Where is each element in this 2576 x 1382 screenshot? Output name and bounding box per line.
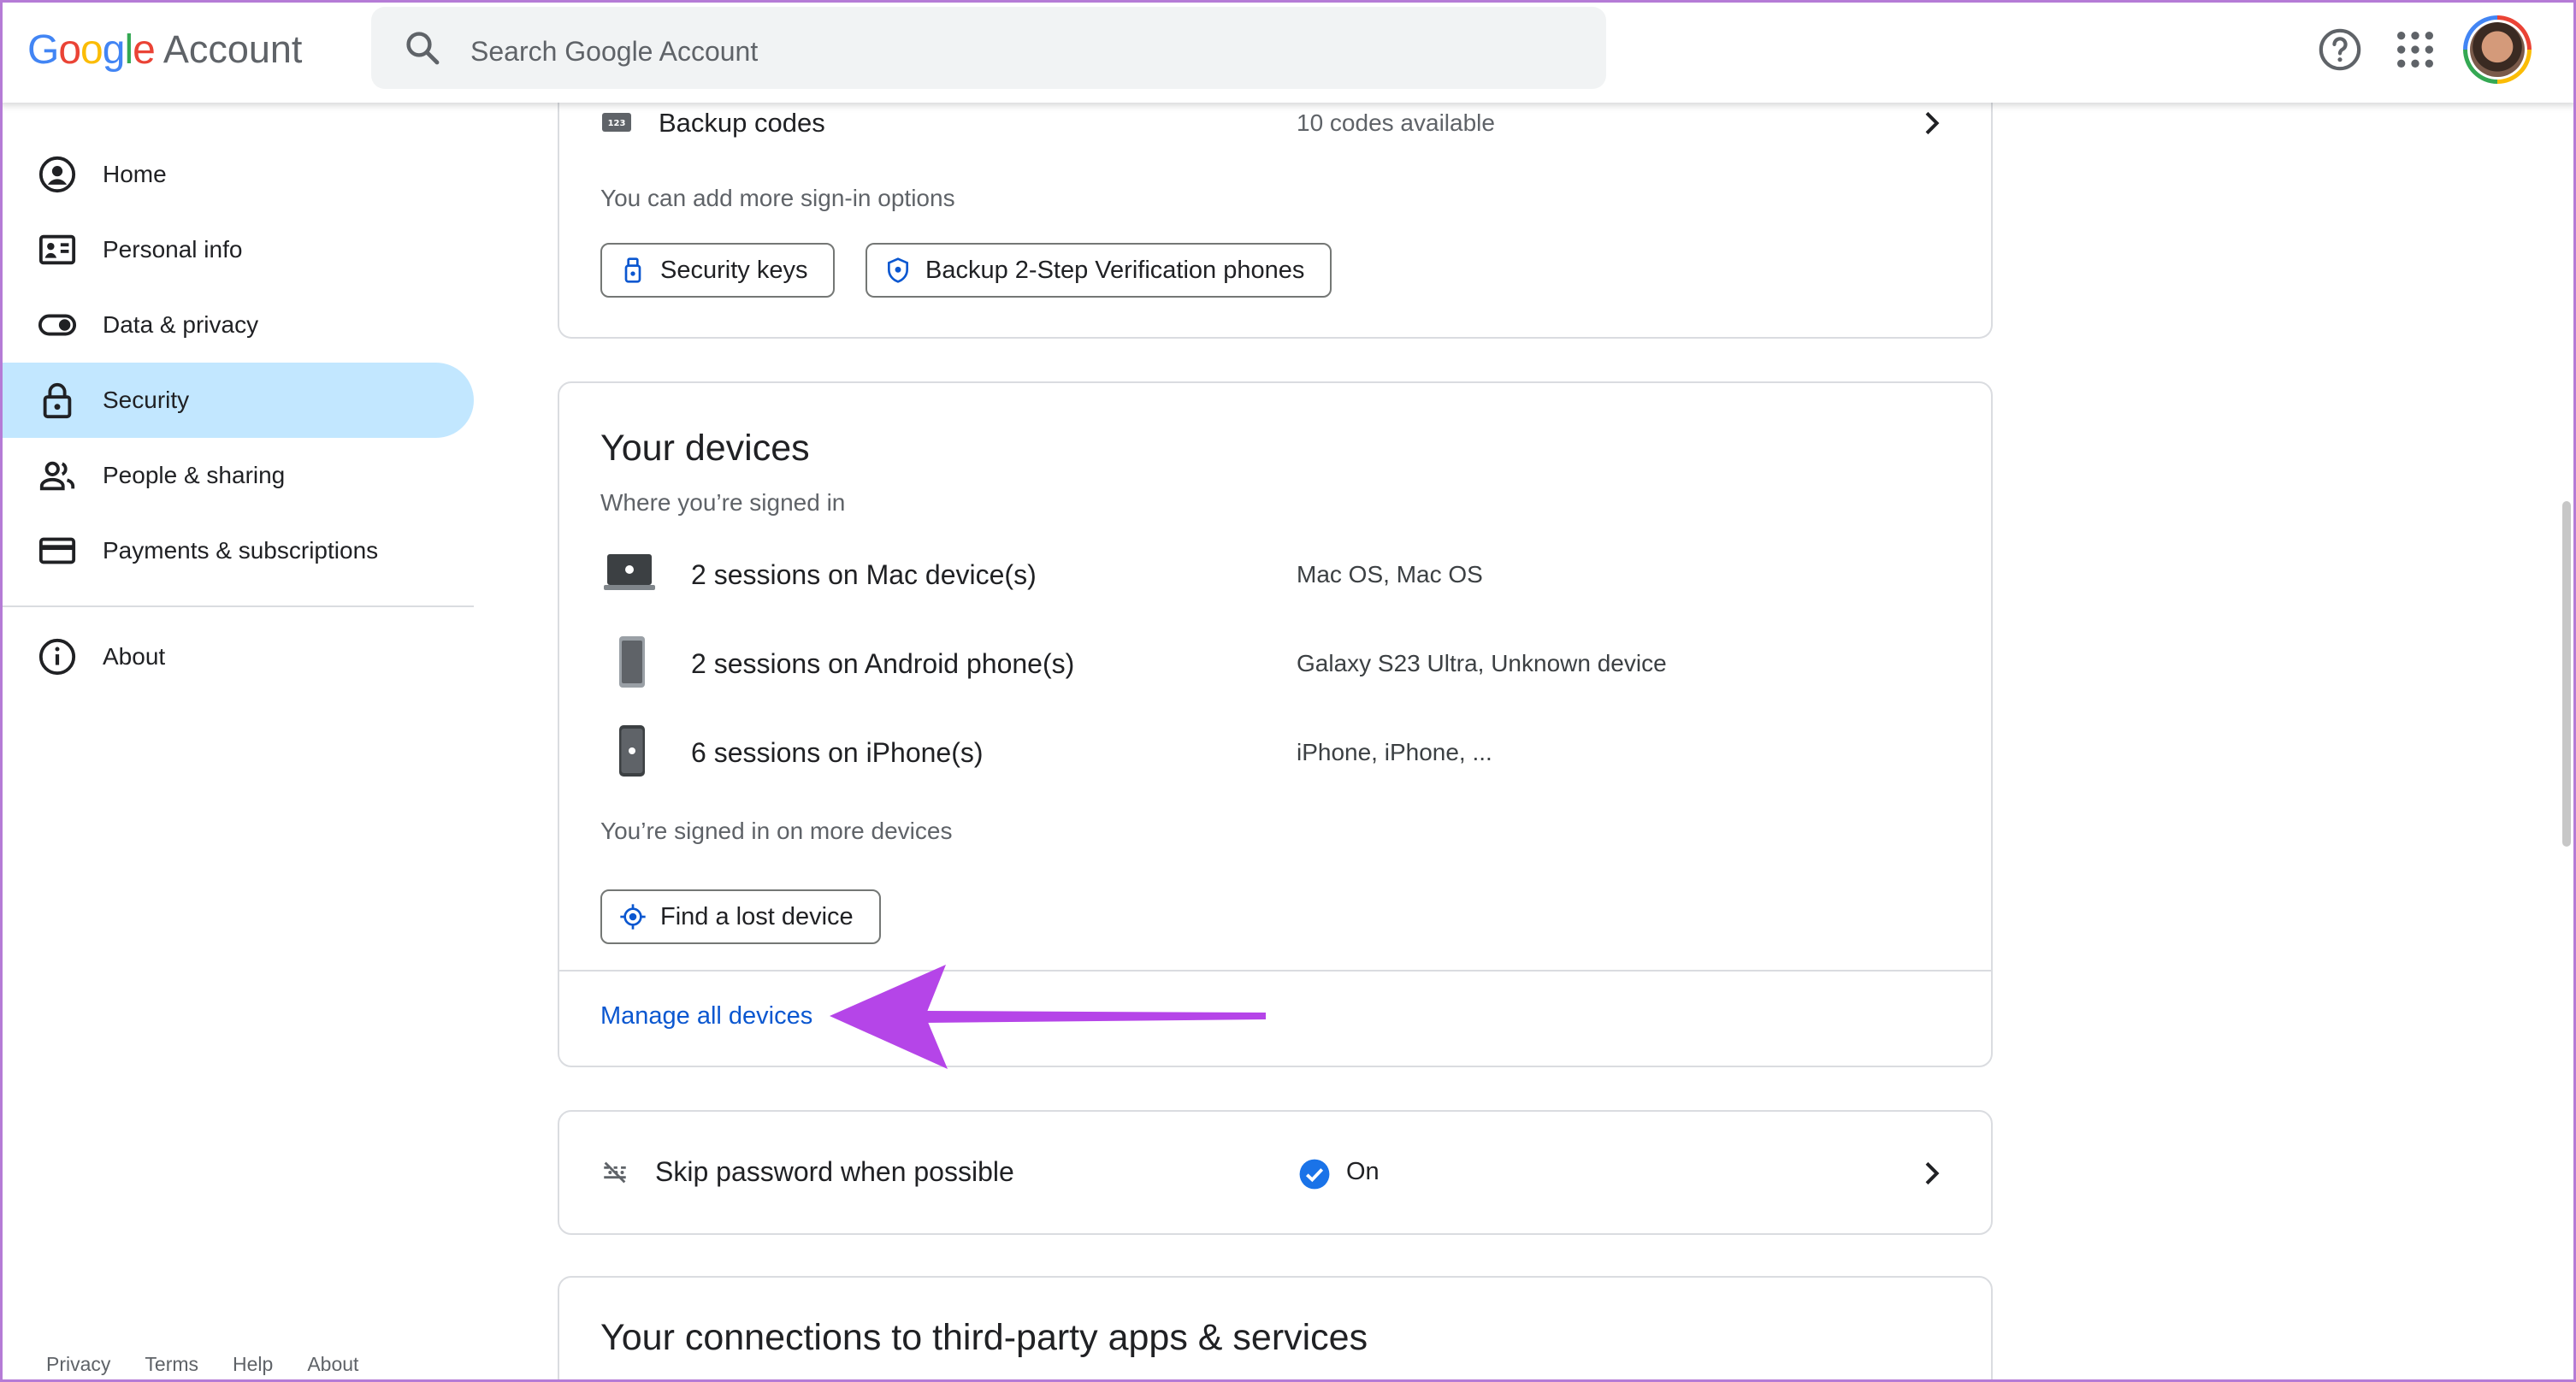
avatar-photo [2470, 22, 2525, 77]
session-label: 6 sessions on iPhone(s) [691, 737, 984, 768]
sidebar-item-personal-info[interactable]: Personal info [0, 212, 474, 287]
sidebar-item-label: Home [103, 161, 167, 187]
sidebar-item-about[interactable]: About [0, 619, 474, 694]
devices-subtitle: Where you’re signed in [600, 489, 846, 516]
shield-icon [888, 257, 908, 283]
iphone-icon [619, 725, 645, 777]
card-icon [38, 537, 76, 564]
logo-letter: G [27, 27, 59, 73]
backup-codes-value: 10 codes available [1297, 109, 1495, 136]
sidebar-item-label: Security [103, 387, 190, 413]
logo-account-text: Account [162, 27, 303, 71]
logo-letter: g [102, 27, 126, 73]
footer-help-link[interactable]: Help [233, 1353, 273, 1376]
sidebar-item-people-sharing[interactable]: People & sharing [0, 438, 474, 513]
session-detail: Mac OS, Mac OS [1297, 561, 1483, 588]
google-wordmark: Google [27, 27, 156, 74]
usb-key-icon [624, 257, 641, 283]
backup-phones-button[interactable]: Backup 2-Step Verification phones [866, 243, 1332, 298]
sidebar-item-payments[interactable]: Payments & subscriptions [0, 513, 474, 588]
manage-all-devices-link[interactable]: Manage all devices [600, 1002, 812, 1031]
sidebar-item-label: Payments & subscriptions [103, 537, 379, 564]
more-devices-text: You’re signed in on more devices [600, 818, 953, 844]
sidebar-nav: Home Personal info Data & privacy Securi… [0, 137, 474, 694]
third-party-title: Your connections to third-party apps & s… [600, 1317, 1368, 1358]
backup-phones-label: Backup 2-Step Verification phones [925, 256, 1305, 284]
lock-icon [43, 382, 72, 419]
footer-terms-link[interactable]: Terms [145, 1353, 198, 1376]
security-keys-label: Security keys [660, 256, 808, 284]
sidebar-item-data-privacy[interactable]: Data & privacy [0, 287, 474, 363]
find-lost-device-button[interactable]: Find a lost device [600, 889, 881, 944]
sidebar-item-label: About [103, 643, 166, 670]
logo-letter: l [124, 27, 133, 73]
your-devices-card: Your devices Where you’re signed in 2 se… [558, 381, 1993, 1069]
home-icon [38, 156, 76, 193]
toggle-icon [38, 314, 77, 336]
backup-codes-label: Backup codes [659, 108, 825, 138]
devices-title: Your devices [600, 428, 810, 469]
top-app-bar: Google Account Search Google Account [0, 0, 2576, 103]
footer-links: Privacy Terms Help About [46, 1353, 358, 1376]
session-label: 2 sessions on Mac device(s) [691, 559, 1037, 590]
footer-privacy-link[interactable]: Privacy [46, 1353, 110, 1376]
sidebar-item-label: People & sharing [103, 462, 286, 488]
annotation-arrow [830, 965, 1266, 1069]
search-bar[interactable]: Search Google Account [371, 7, 1606, 89]
backup-codes-icon: 123 [602, 113, 631, 132]
svg-text:123: 123 [608, 119, 626, 128]
session-detail: Galaxy S23 Ultra, Unknown device [1297, 650, 1667, 676]
sidebar-item-home[interactable]: Home [0, 137, 474, 212]
sidebar-divider [0, 605, 474, 607]
locate-icon [620, 904, 646, 930]
mac-laptop-icon [604, 554, 655, 590]
security-keys-button[interactable]: Security keys [600, 243, 836, 298]
help-icon[interactable] [2316, 26, 2364, 74]
android-phone-icon [619, 636, 645, 688]
device-session-row[interactable]: 6 sessions on iPhone(s) iPhone, iPhone, … [559, 706, 1991, 795]
logo-letter: o [58, 27, 81, 73]
device-session-row[interactable]: 2 sessions on Android phone(s) Galaxy S2… [559, 617, 1991, 706]
more-signin-options-text: You can add more sign-in options [600, 185, 955, 211]
sidebar-item-security[interactable]: Security [0, 363, 474, 438]
apps-grid-icon[interactable] [2391, 26, 2439, 74]
skip-password-status: On [1346, 1158, 1380, 1185]
skip-password-card[interactable]: Skip password when possible On [558, 1110, 1993, 1235]
account-avatar[interactable] [2463, 15, 2532, 84]
chevron-right-icon[interactable] [1914, 106, 1948, 140]
session-detail: iPhone, iPhone, ... [1297, 739, 1492, 765]
scrollbar-thumb[interactable] [2562, 501, 2571, 847]
third-party-connections-card: Your connections to third-party apps & s… [558, 1276, 1993, 1382]
personal-info-icon [38, 234, 76, 265]
skip-password-label: Skip password when possible [655, 1156, 1014, 1187]
sidebar-item-label: Personal info [103, 236, 243, 263]
search-input[interactable]: Search Google Account [470, 36, 758, 68]
device-session-row[interactable]: 2 sessions on Mac device(s) Mac OS, Mac … [559, 529, 1991, 617]
footer-about-link[interactable]: About [307, 1353, 358, 1376]
search-icon[interactable] [402, 27, 443, 68]
check-circle-icon [1299, 1159, 1330, 1190]
people-icon [39, 461, 75, 491]
find-lost-device-label: Find a lost device [660, 902, 854, 930]
sidebar-item-label: Data & privacy [103, 311, 259, 338]
logo-letter: o [80, 27, 103, 73]
google-account-logo[interactable]: Google Account [27, 22, 302, 77]
chevron-right-icon[interactable] [1914, 1156, 1948, 1190]
session-label: 2 sessions on Android phone(s) [691, 648, 1075, 679]
logo-letter: e [133, 27, 156, 73]
card-divider [559, 970, 1991, 972]
info-icon [38, 638, 76, 676]
passkey-icon [604, 1161, 626, 1184]
